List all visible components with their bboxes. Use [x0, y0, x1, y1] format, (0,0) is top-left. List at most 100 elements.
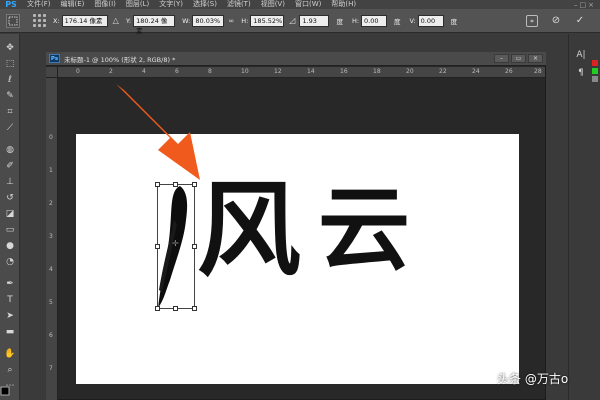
shape-tool-icon[interactable]: ▬ [0, 324, 20, 340]
ruler-tick-label: 28 [534, 68, 542, 75]
hskew-field[interactable]: 0.00 [361, 14, 388, 27]
quick-select-tool-icon[interactable]: ✎ [0, 88, 20, 104]
menu-help[interactable]: 帮助(H) [326, 0, 361, 9]
menu-image[interactable]: 图像(I) [89, 0, 121, 9]
close-button[interactable]: × [588, 1, 594, 9]
marquee-tool-icon[interactable]: ⬚ [0, 56, 20, 72]
ruler-tick-label: 14 [307, 68, 315, 75]
angle-field[interactable]: 1.93 [299, 14, 330, 27]
ps-document-icon: Ps [49, 54, 60, 63]
w-label: W: [182, 16, 191, 25]
gradient-tool-icon[interactable]: ▭ [0, 222, 20, 238]
minimize-button[interactable]: – [574, 1, 578, 9]
swatch-red[interactable] [592, 60, 598, 66]
menu-type[interactable]: 文字(Y) [154, 0, 188, 9]
ruler-tick-label: 16 [340, 68, 348, 75]
ruler-tick-label: 6 [49, 332, 53, 339]
tools-panel: ✥ ⬚ ℓ ✎ ⌗ ⟋ ◍ ✐ ⊥ ↺ ◪ ▭ ● ◔ ✒ T ➤ ▬ ✋ ⌕ … [0, 34, 20, 400]
zoom-tool-icon[interactable]: ⌕ [0, 362, 20, 378]
document-tab[interactable]: Ps 未标题-1 @ 100% (形状 2, RGB/8) * – ▭ × [46, 52, 546, 66]
app-logo: PS [5, 0, 17, 9]
menu-edit[interactable]: 编辑(E) [56, 0, 90, 9]
maximize-button[interactable]: □ [580, 1, 587, 9]
menu-view[interactable]: 视图(V) [256, 0, 290, 9]
ruler-tick-label: 24 [472, 68, 480, 75]
lasso-tool-icon[interactable]: ℓ [0, 72, 20, 88]
commit-transform-icon[interactable]: ✓ [574, 15, 586, 27]
doc-close-button[interactable]: × [528, 54, 543, 63]
x-field[interactable]: 176.14 像素 [61, 14, 108, 27]
relative-position-icon[interactable]: △ [113, 16, 119, 25]
swatch-green[interactable] [592, 68, 598, 74]
eyedropper-tool-icon[interactable]: ⟋ [0, 120, 20, 136]
history-brush-icon[interactable]: ↺ [0, 190, 20, 206]
doc-maximize-button[interactable]: ▭ [511, 54, 526, 63]
doc-minimize-button[interactable]: – [494, 54, 509, 63]
ruler-tick-label: 4 [142, 68, 146, 75]
ruler-tick-label: 10 [241, 68, 249, 75]
ruler-tick-label: 6 [175, 68, 179, 75]
path-select-tool-icon[interactable]: ➤ [0, 308, 20, 324]
x-label: X: [53, 16, 60, 25]
ruler-tick-label: 18 [373, 68, 381, 75]
pen-tool-icon[interactable]: ✒ [0, 276, 20, 292]
ruler-tick-label: 0 [76, 68, 80, 75]
transform-handle[interactable] [192, 306, 197, 311]
ruler-tick-label: 8 [208, 68, 212, 75]
stamp-tool-icon[interactable]: ⊥ [0, 174, 20, 190]
ruler-horizontal[interactable]: 0 2 4 6 8 10 12 14 16 18 20 22 24 26 28 [58, 67, 545, 78]
hskew-unit: 度 [394, 17, 401, 26]
ruler-tick-label: 12 [274, 68, 282, 75]
eraser-tool-icon[interactable]: ◪ [0, 206, 20, 222]
document-title: 未标题-1 @ 100% (形状 2, RGB/8) * [64, 55, 176, 64]
transform-handle[interactable] [155, 244, 160, 249]
dodge-tool-icon[interactable]: ◔ [0, 254, 20, 270]
ruler-tick-label: 3 [49, 233, 53, 240]
brush-tool-icon[interactable]: ✐ [0, 158, 20, 174]
link-icon[interactable]: ∞ [228, 17, 234, 25]
ruler-tick-label: 5 [49, 299, 53, 306]
height-field[interactable]: 185.52% [250, 14, 285, 27]
vskew-field[interactable]: 0.00 [417, 14, 444, 27]
ruler-tick-label: 4 [49, 266, 53, 273]
photoshop-window: PS 文件(F) 编辑(E) 图像(I) 图层(L) 文字(Y) 选择(S) 滤… [0, 0, 600, 400]
blur-tool-icon[interactable]: ● [0, 238, 20, 254]
warp-mode-icon[interactable]: ⌗ [526, 14, 538, 27]
swatch-gray[interactable] [592, 76, 598, 82]
reference-point-icon[interactable] [32, 14, 46, 28]
menu-file[interactable]: 文件(F) [22, 0, 56, 9]
canvas-text-feng[interactable]: 风 [197, 178, 301, 282]
ruler-tick-label: 26 [505, 68, 513, 75]
ruler-tick-label: 2 [109, 68, 113, 75]
ruler-tick-label: 7 [49, 365, 53, 372]
foreground-color-icon[interactable] [0, 386, 12, 398]
transform-handle[interactable] [155, 306, 160, 311]
menu-select[interactable]: 选择(S) [188, 0, 222, 9]
width-field[interactable]: 80.03% [192, 14, 225, 27]
canvas-text-yun[interactable]: 云 [318, 184, 410, 276]
y-field[interactable]: 180.24 像素 [133, 14, 176, 35]
menu-layer[interactable]: 图层(L) [121, 0, 154, 9]
hand-tool-icon[interactable]: ✋ [0, 346, 20, 362]
transform-handle[interactable] [173, 306, 178, 311]
menu-window[interactable]: 窗口(W) [290, 0, 326, 9]
type-tool-icon[interactable]: T [0, 292, 20, 308]
cancel-transform-icon[interactable]: ⊘ [550, 15, 562, 27]
ruler-tick-label: 20 [406, 68, 414, 75]
crop-tool-icon[interactable]: ⌗ [0, 104, 20, 120]
move-tool-icon[interactable]: ✥ [0, 40, 20, 56]
annotation-arrow [116, 84, 200, 180]
ruler-origin[interactable] [46, 67, 58, 78]
panel-dock [568, 34, 600, 400]
ruler-tick-label: 22 [439, 68, 447, 75]
transform-center-icon[interactable]: ✛ [172, 240, 179, 248]
ruler-tick-label: 2 [49, 200, 53, 207]
menu-filter[interactable]: 滤镜(T) [222, 0, 256, 9]
healing-tool-icon[interactable]: ◍ [0, 142, 20, 158]
watermark-text: 头条 @万古o [497, 372, 569, 386]
tool-preset-icon[interactable] [6, 13, 20, 28]
paragraph-panel-icon[interactable]: ¶ [574, 66, 588, 80]
ruler-vertical[interactable]: 0 1 2 3 4 5 6 7 [46, 78, 58, 400]
hskew-label: H: [351, 16, 360, 25]
character-panel-icon[interactable]: A| [574, 48, 588, 62]
